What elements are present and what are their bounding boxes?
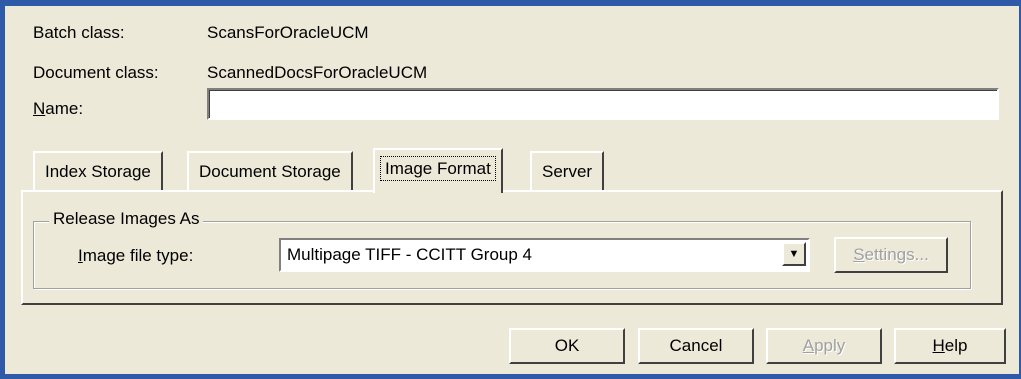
apply-mnemonic: A [802, 336, 815, 355]
tab-image-format[interactable]: Image Format [373, 148, 503, 193]
image-file-type-select[interactable]: Multipage TIFF - CCITT Group 4 ▼ [279, 238, 810, 272]
name-label: Name: [33, 99, 83, 119]
document-class-value: ScannedDocsForOracleUCM [207, 63, 428, 82]
name-label-rest: ame: [45, 99, 84, 118]
settings-button[interactable]: Settings... [834, 237, 948, 273]
help-label-rest: elp [944, 336, 968, 355]
tab-image-format-label: Image Format [380, 156, 496, 181]
ok-button[interactable]: OK [509, 328, 625, 364]
apply-label-rest: pply [814, 336, 846, 355]
image-file-type-label-rest: mage file type: [82, 246, 194, 265]
cancel-label: Cancel [669, 336, 723, 355]
ok-label: OK [554, 336, 580, 355]
apply-button[interactable]: Apply [766, 328, 882, 364]
batch-class-label: Batch class: [33, 23, 125, 42]
image-file-type-value: Multipage TIFF - CCITT Group 4 [287, 245, 532, 264]
name-label-mnemonic: N [33, 99, 46, 118]
tab-index-storage-label: Index Storage [45, 162, 151, 181]
tab-document-storage-label: Document Storage [199, 162, 341, 181]
tab-server[interactable]: Server [530, 151, 605, 191]
help-mnemonic: H [932, 336, 945, 355]
cancel-button[interactable]: Cancel [638, 328, 754, 364]
tab-server-label: Server [542, 162, 593, 181]
chevron-down-icon: ▼ [788, 248, 800, 260]
tab-index-storage[interactable]: Index Storage [33, 151, 163, 191]
name-field[interactable] [207, 88, 999, 120]
dropdown-arrow-button[interactable]: ▼ [782, 242, 806, 266]
release-images-legend: Release Images As [49, 209, 204, 229]
settings-label-rest: ettings... [864, 245, 929, 264]
document-class-label: Document class: [33, 63, 159, 82]
image-file-type-label: Image file type: [78, 246, 193, 266]
help-button[interactable]: Help [894, 328, 1006, 364]
tab-document-storage[interactable]: Document Storage [187, 151, 353, 191]
batch-class-value: ScansForOracleUCM [207, 23, 369, 42]
settings-mnemonic: S [853, 245, 865, 264]
